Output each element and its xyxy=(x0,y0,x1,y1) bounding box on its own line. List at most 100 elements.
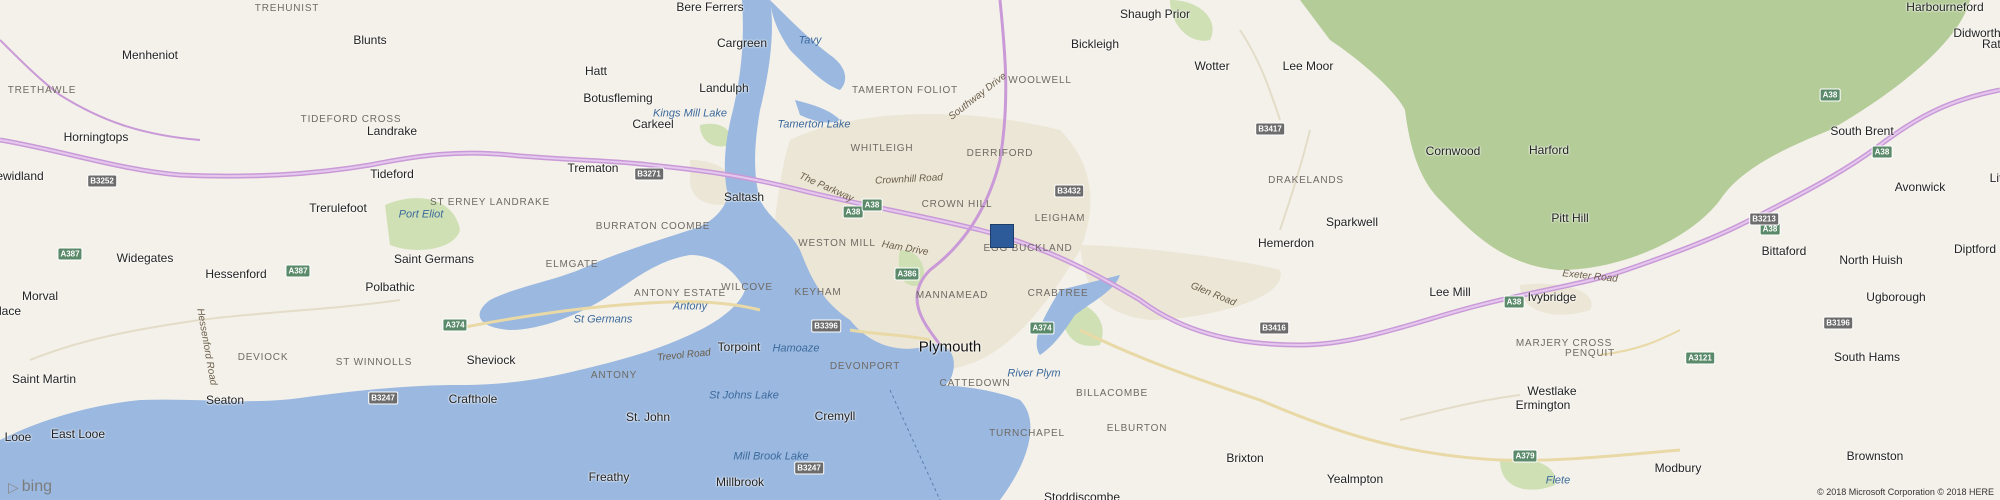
town-label: Shaugh Prior xyxy=(1119,7,1191,21)
town-label: North Huish xyxy=(1839,253,1903,267)
town-label: Landulph xyxy=(699,81,749,95)
town-label: ewidland xyxy=(0,169,44,183)
town-label: Bickleigh xyxy=(1070,37,1120,51)
bing-logo-text: bing xyxy=(21,478,53,495)
location-pin[interactable] xyxy=(990,224,1014,248)
town-label: Bittaford xyxy=(1761,244,1807,258)
town-label: Trerulefoot xyxy=(309,201,367,215)
district-label: ELMGATE xyxy=(545,259,599,270)
town-label: Blunts xyxy=(353,33,387,47)
road-shield: B3417 xyxy=(1255,122,1285,136)
district-label: CRABTREE xyxy=(1027,288,1089,299)
road-shield: B3196 xyxy=(1823,316,1853,330)
district-label: TREHUNIST xyxy=(254,3,320,14)
district-label: PENQUIT xyxy=(1564,348,1616,359)
town-label: South Hams xyxy=(1833,350,1901,364)
town-label: St. John xyxy=(625,410,671,424)
map-canvas[interactable]: Bere Ferrers Shaugh Prior Harbourneford Blu… xyxy=(0,0,2000,500)
town-label: Ratt xyxy=(1981,37,2000,51)
district-label: ELBURTON xyxy=(1106,423,1168,434)
road-shield: A38 xyxy=(861,198,883,212)
town-label: Pitt Hill xyxy=(1551,211,1589,225)
district-label: ST ERNEY LANDRAKE xyxy=(430,197,550,208)
town-label: lace xyxy=(0,304,22,318)
district-label: CROWN HILL xyxy=(921,199,993,210)
town-label: Tideford xyxy=(370,167,414,181)
town-label: Ermington xyxy=(1515,398,1571,412)
road-shield: A374 xyxy=(442,318,468,332)
town-label: Westlake xyxy=(1527,384,1577,398)
town-label: Hessenford xyxy=(205,267,267,281)
district-label: ANTONY xyxy=(590,370,638,381)
water-label: Tamerton Lake xyxy=(777,118,851,131)
road-shield: A38 xyxy=(1871,145,1893,159)
town-label: Wotter xyxy=(1194,59,1230,73)
water-label: St Germans xyxy=(573,313,633,326)
town-label: Sheviock xyxy=(466,353,516,367)
district-label: ANTONY ESTATE xyxy=(634,288,726,299)
town-label: Landrake xyxy=(366,124,418,138)
town-label: Horningtops xyxy=(63,130,129,144)
city-label: Plymouth xyxy=(918,338,982,356)
town-label: Ivybridge xyxy=(1527,290,1577,304)
town-label: Lee Moor xyxy=(1282,59,1334,73)
bing-logo[interactable]: ▷ bing xyxy=(8,478,52,496)
town-label: South Brent xyxy=(1830,124,1894,138)
road-shield: A387 xyxy=(57,247,83,261)
water-label: Antony xyxy=(672,300,708,313)
road-shield: B3213 xyxy=(1749,212,1779,226)
road-shield: A374 xyxy=(1029,321,1055,335)
district-label: LEIGHAM xyxy=(1034,213,1086,224)
town-label: Hatt xyxy=(584,64,608,78)
town-label: Menheniot xyxy=(121,48,179,62)
town-label: Botusfleming xyxy=(583,91,653,105)
plymouth-sound xyxy=(872,384,1031,500)
town-label: Seaton xyxy=(205,393,245,407)
district-label: KEYHAM xyxy=(794,287,842,298)
water-label: St Johns Lake xyxy=(709,389,779,402)
town-label: Yealmpton xyxy=(1326,472,1384,486)
road-shield: A38 xyxy=(1819,88,1841,102)
water-label: Port Eliot xyxy=(398,208,444,221)
road-shield: A38 xyxy=(842,205,864,219)
town-label: Ugborough xyxy=(1866,290,1926,304)
town-label: East Looe xyxy=(50,427,106,441)
town-label: Lee Mill xyxy=(1429,285,1471,299)
town-label: Lit xyxy=(1989,171,2000,185)
district-label: WESTON MILL xyxy=(798,238,876,249)
town-label: Avonwick xyxy=(1894,180,1946,194)
town-label: Polbathic xyxy=(365,280,415,294)
town-label: Carkeel xyxy=(632,117,674,131)
road-shield: A387 xyxy=(285,264,311,278)
town-label: Cremyll xyxy=(814,409,856,423)
road-shield: B3416 xyxy=(1259,321,1289,335)
town-label: Sparkwell xyxy=(1325,215,1379,229)
district-label: MANNAMEAD xyxy=(915,290,989,301)
district-label: DRAKELANDS xyxy=(1268,175,1344,186)
district-label: WILCOVE xyxy=(721,282,773,293)
town-label: Harbourneford xyxy=(1906,0,1984,14)
district-label: TIDEFORD CROSS xyxy=(300,114,402,125)
road-shield: B3252 xyxy=(87,174,117,188)
town-label: Saint Germans xyxy=(393,252,475,266)
town-label: Torpoint xyxy=(717,340,761,354)
district-label: DEVIOCK xyxy=(237,352,289,363)
town-label: Brownston xyxy=(1846,449,1904,463)
town-label: Diptford xyxy=(1953,242,1997,256)
town-label: Freathy xyxy=(588,470,630,484)
road-shield: B3247 xyxy=(794,461,824,475)
road-shield: B3432 xyxy=(1054,184,1084,198)
town-label: Saltash xyxy=(723,190,765,204)
district-label: WHITLEIGH xyxy=(850,143,914,154)
water-label: Kings Mill Lake xyxy=(653,107,727,120)
district-label: BURRATON COOMBE xyxy=(595,221,711,232)
road-shield: A386 xyxy=(894,267,920,281)
water-label: Tavy xyxy=(798,34,822,47)
district-label: TURNCHAPEL xyxy=(989,428,1065,439)
copyright-notice: © 2018 Microsoft Corporation © 2018 HERE xyxy=(1817,487,1994,497)
town-label: Millbrook xyxy=(715,475,765,489)
town-label: Brixton xyxy=(1226,451,1264,465)
town-label: Trematon xyxy=(567,161,619,175)
district-label: CATTEDOWN xyxy=(939,378,1011,389)
road-shield: B3271 xyxy=(634,167,664,181)
